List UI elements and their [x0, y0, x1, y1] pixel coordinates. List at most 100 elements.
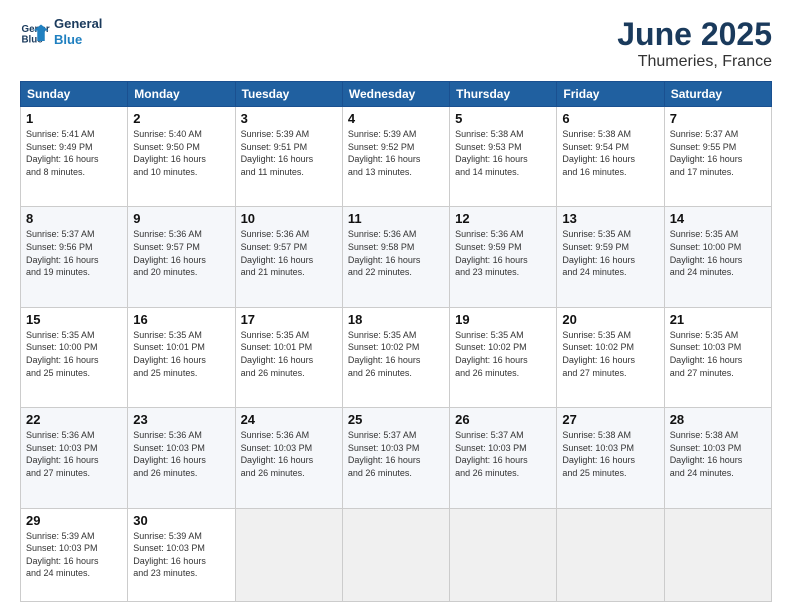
- day-number: 23: [133, 412, 229, 427]
- page: General Blue General Blue June 2025 Thum…: [0, 0, 792, 612]
- cell-info: Sunrise: 5:35 AMSunset: 9:59 PMDaylight:…: [562, 229, 635, 277]
- cell-info: Sunrise: 5:37 AMSunset: 9:55 PMDaylight:…: [670, 129, 743, 177]
- cell-info: Sunrise: 5:35 AMSunset: 10:02 PMDaylight…: [562, 330, 635, 378]
- calendar-cell: 18 Sunrise: 5:35 AMSunset: 10:02 PMDaylig…: [342, 307, 449, 407]
- calendar-cell: 6 Sunrise: 5:38 AMSunset: 9:54 PMDaylight…: [557, 107, 664, 207]
- cell-info: Sunrise: 5:35 AMSunset: 10:02 PMDaylight…: [455, 330, 528, 378]
- day-number: 11: [348, 211, 444, 226]
- day-number: 21: [670, 312, 766, 327]
- logo-general: General: [54, 16, 102, 32]
- day-number: 27: [562, 412, 658, 427]
- calendar-week-5: 29 Sunrise: 5:39 AMSunset: 10:03 PMDaylig…: [21, 508, 772, 602]
- day-number: 24: [241, 412, 337, 427]
- calendar-cell: 1 Sunrise: 5:41 AMSunset: 9:49 PMDaylight…: [21, 107, 128, 207]
- day-number: 16: [133, 312, 229, 327]
- calendar-cell: 2 Sunrise: 5:40 AMSunset: 9:50 PMDaylight…: [128, 107, 235, 207]
- cell-info: Sunrise: 5:39 AMSunset: 9:52 PMDaylight:…: [348, 129, 421, 177]
- weekday-header-friday: Friday: [557, 82, 664, 107]
- day-number: 4: [348, 111, 444, 126]
- calendar-cell: 28 Sunrise: 5:38 AMSunset: 10:03 PMDaylig…: [664, 408, 771, 508]
- cell-info: Sunrise: 5:37 AMSunset: 9:56 PMDaylight:…: [26, 229, 99, 277]
- cell-info: Sunrise: 5:40 AMSunset: 9:50 PMDaylight:…: [133, 129, 206, 177]
- calendar-cell: 29 Sunrise: 5:39 AMSunset: 10:03 PMDaylig…: [21, 508, 128, 602]
- calendar-cell: [557, 508, 664, 602]
- logo-blue: Blue: [54, 32, 102, 48]
- calendar-cell: 15Sunrise: 5:35 AMSunset: 10:00 PMDaylig…: [21, 307, 128, 407]
- calendar-cell: 11 Sunrise: 5:36 AMSunset: 9:58 PMDayligh…: [342, 207, 449, 307]
- calendar-cell: 13 Sunrise: 5:35 AMSunset: 9:59 PMDayligh…: [557, 207, 664, 307]
- calendar-cell: 10 Sunrise: 5:36 AMSunset: 9:57 PMDayligh…: [235, 207, 342, 307]
- calendar-cell: 26 Sunrise: 5:37 AMSunset: 10:03 PMDaylig…: [450, 408, 557, 508]
- calendar-cell: 19 Sunrise: 5:35 AMSunset: 10:02 PMDaylig…: [450, 307, 557, 407]
- calendar-cell: 25Sunrise: 5:37 AMSunset: 10:03 PMDaylig…: [342, 408, 449, 508]
- calendar-week-4: 22 Sunrise: 5:36 AMSunset: 10:03 PMDaylig…: [21, 408, 772, 508]
- cell-info: Sunrise: 5:38 AMSunset: 9:54 PMDaylight:…: [562, 129, 635, 177]
- weekday-header-monday: Monday: [128, 82, 235, 107]
- cell-info: Sunrise: 5:37 AMSunset: 10:03 PMDaylight…: [348, 430, 421, 478]
- calendar-cell: 5 Sunrise: 5:38 AMSunset: 9:53 PMDaylight…: [450, 107, 557, 207]
- day-number: 20: [562, 312, 658, 327]
- calendar-cell: 14 Sunrise: 5:35 AMSunset: 10:00 PMDaylig…: [664, 207, 771, 307]
- weekday-header-wednesday: Wednesday: [342, 82, 449, 107]
- day-number: 7: [670, 111, 766, 126]
- day-number: 18: [348, 312, 444, 327]
- cell-info: Sunrise: 5:36 AMSunset: 10:03 PMDaylight…: [133, 430, 206, 478]
- cell-info: Sunrise: 5:36 AMSunset: 9:59 PMDaylight:…: [455, 229, 528, 277]
- weekday-header-thursday: Thursday: [450, 82, 557, 107]
- day-number: 26: [455, 412, 551, 427]
- cell-info: Sunrise: 5:39 AMSunset: 10:03 PMDaylight…: [133, 531, 206, 579]
- cell-info: Sunrise: 5:36 AMSunset: 9:57 PMDaylight:…: [133, 229, 206, 277]
- calendar-cell: 7 Sunrise: 5:37 AMSunset: 9:55 PMDaylight…: [664, 107, 771, 207]
- calendar-week-1: 1 Sunrise: 5:41 AMSunset: 9:49 PMDaylight…: [21, 107, 772, 207]
- calendar-cell: 24 Sunrise: 5:36 AMSunset: 10:03 PMDaylig…: [235, 408, 342, 508]
- calendar-cell: 22 Sunrise: 5:36 AMSunset: 10:03 PMDaylig…: [21, 408, 128, 508]
- day-number: 10: [241, 211, 337, 226]
- cell-info: Sunrise: 5:35 AMSunset: 10:01 PMDaylight…: [133, 330, 206, 378]
- calendar-cell: 21 Sunrise: 5:35 AMSunset: 10:03 PMDaylig…: [664, 307, 771, 407]
- day-number: 12: [455, 211, 551, 226]
- cell-info: Sunrise: 5:37 AMSunset: 10:03 PMDaylight…: [455, 430, 528, 478]
- cell-info: Sunrise: 5:38 AMSunset: 10:03 PMDaylight…: [670, 430, 743, 478]
- day-number: 6: [562, 111, 658, 126]
- calendar-cell: [450, 508, 557, 602]
- calendar-cell: [342, 508, 449, 602]
- cell-info: Sunrise: 5:36 AMSunset: 10:03 PMDaylight…: [241, 430, 314, 478]
- calendar-cell: 12 Sunrise: 5:36 AMSunset: 9:59 PMDayligh…: [450, 207, 557, 307]
- calendar-cell: 8Sunrise: 5:37 AMSunset: 9:56 PMDaylight…: [21, 207, 128, 307]
- logo: General Blue General Blue: [20, 16, 102, 47]
- cell-info: Sunrise: 5:41 AMSunset: 9:49 PMDaylight:…: [26, 129, 99, 177]
- cell-info: Sunrise: 5:36 AMSunset: 9:58 PMDaylight:…: [348, 229, 421, 277]
- cell-info: Sunrise: 5:36 AMSunset: 10:03 PMDaylight…: [26, 430, 99, 478]
- day-number: 30: [133, 513, 229, 528]
- calendar-cell: 20 Sunrise: 5:35 AMSunset: 10:02 PMDaylig…: [557, 307, 664, 407]
- cell-info: Sunrise: 5:36 AMSunset: 9:57 PMDaylight:…: [241, 229, 314, 277]
- weekday-header-tuesday: Tuesday: [235, 82, 342, 107]
- cell-info: Sunrise: 5:38 AMSunset: 10:03 PMDaylight…: [562, 430, 635, 478]
- day-number: 29: [26, 513, 122, 528]
- cell-info: Sunrise: 5:38 AMSunset: 9:53 PMDaylight:…: [455, 129, 528, 177]
- cell-info: Sunrise: 5:35 AMSunset: 10:01 PMDaylight…: [241, 330, 314, 378]
- day-number: 22: [26, 412, 122, 427]
- day-number: 5: [455, 111, 551, 126]
- day-number: 19: [455, 312, 551, 327]
- day-number: 28: [670, 412, 766, 427]
- cell-info: Sunrise: 5:39 AMSunset: 10:03 PMDaylight…: [26, 531, 99, 579]
- calendar-week-2: 8Sunrise: 5:37 AMSunset: 9:56 PMDaylight…: [21, 207, 772, 307]
- day-number: 14: [670, 211, 766, 226]
- calendar-week-3: 15Sunrise: 5:35 AMSunset: 10:00 PMDaylig…: [21, 307, 772, 407]
- calendar-cell: 16 Sunrise: 5:35 AMSunset: 10:01 PMDaylig…: [128, 307, 235, 407]
- month-title: June 2025: [617, 16, 772, 53]
- cell-info: Sunrise: 5:35 AMSunset: 10:02 PMDaylight…: [348, 330, 421, 378]
- calendar-cell: 27 Sunrise: 5:38 AMSunset: 10:03 PMDaylig…: [557, 408, 664, 508]
- cell-info: Sunrise: 5:35 AMSunset: 10:00 PMDaylight…: [670, 229, 743, 277]
- title-block: June 2025 Thumeries, France: [617, 16, 772, 71]
- day-number: 1: [26, 111, 122, 126]
- day-number: 9: [133, 211, 229, 226]
- weekday-header-saturday: Saturday: [664, 82, 771, 107]
- calendar-table: SundayMondayTuesdayWednesdayThursdayFrid…: [20, 81, 772, 602]
- cell-info: Sunrise: 5:39 AMSunset: 9:51 PMDaylight:…: [241, 129, 314, 177]
- day-number: 2: [133, 111, 229, 126]
- day-number: 13: [562, 211, 658, 226]
- calendar-cell: [235, 508, 342, 602]
- cell-info: Sunrise: 5:35 AMSunset: 10:03 PMDaylight…: [670, 330, 743, 378]
